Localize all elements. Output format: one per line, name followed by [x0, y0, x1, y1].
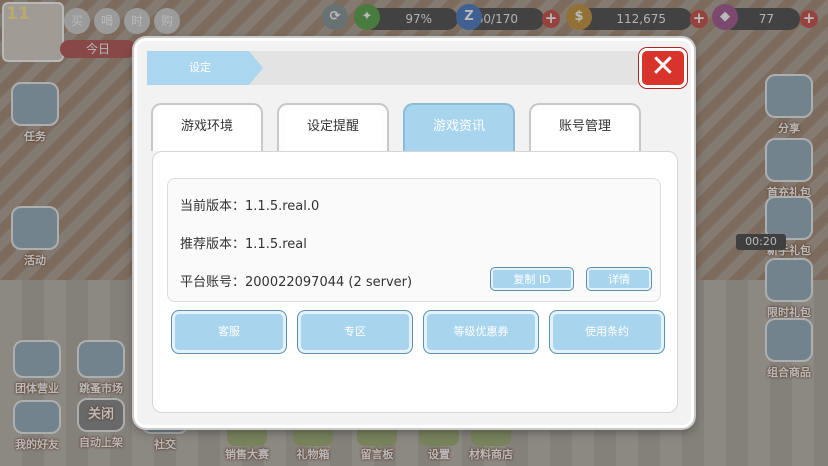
dialog-title: 设定 — [189, 61, 211, 74]
recommended-version-value: 1.1.5.real — [245, 237, 307, 252]
settings-dialog: 设定 ✕ 游戏环境 设定提醒 游戏资讯 账号管理 当前版本：1.1.5.real… — [134, 38, 694, 428]
platform-account-value: 200022097044 (2 server) — [245, 275, 413, 290]
platform-account-label: 平台账号： — [180, 275, 246, 290]
tab-label: 游戏资讯 — [432, 119, 485, 134]
tab-account-management[interactable]: 账号管理 — [529, 103, 641, 151]
tab-game-info[interactable]: 游戏资讯 — [403, 103, 515, 151]
close-icon: ✕ — [650, 49, 676, 84]
current-version-row: 当前版本：1.1.5.real.0 — [180, 195, 319, 214]
close-button[interactable]: ✕ — [639, 48, 687, 88]
dialog-title-bar: 设定 — [147, 51, 685, 85]
current-version-label: 当前版本： — [180, 199, 246, 214]
tab-label: 账号管理 — [558, 119, 611, 134]
tab-reminder-settings[interactable]: 设定提醒 — [277, 103, 389, 151]
tab-content-panel: 当前版本：1.1.5.real.0 推荐版本：1.1.5.real 平台账号：2… — [152, 151, 678, 413]
details-button[interactable]: 详情 — [586, 267, 652, 291]
customer-service-button[interactable]: 客服 — [171, 310, 287, 354]
level-coupon-button[interactable]: 等级优惠券 — [423, 310, 539, 354]
copy-id-button[interactable]: 复制 ID — [490, 267, 574, 291]
title-tag: 设定 — [147, 51, 263, 85]
version-info-box: 当前版本：1.1.5.real.0 推荐版本：1.1.5.real 平台账号：2… — [167, 178, 661, 302]
current-version-value: 1.1.5.real.0 — [245, 199, 320, 214]
platform-account-row: 平台账号：200022097044 (2 server) — [180, 271, 412, 290]
zone-button[interactable]: 专区 — [297, 310, 413, 354]
recommended-version-label: 推荐版本： — [180, 237, 246, 252]
recommended-version-row: 推荐版本：1.1.5.real — [180, 233, 307, 252]
tab-label: 游戏环境 — [180, 119, 233, 134]
tab-game-environment[interactable]: 游戏环境 — [151, 103, 263, 151]
terms-of-use-button[interactable]: 使用条约 — [549, 310, 665, 354]
tab-label: 设定提醒 — [306, 119, 359, 134]
